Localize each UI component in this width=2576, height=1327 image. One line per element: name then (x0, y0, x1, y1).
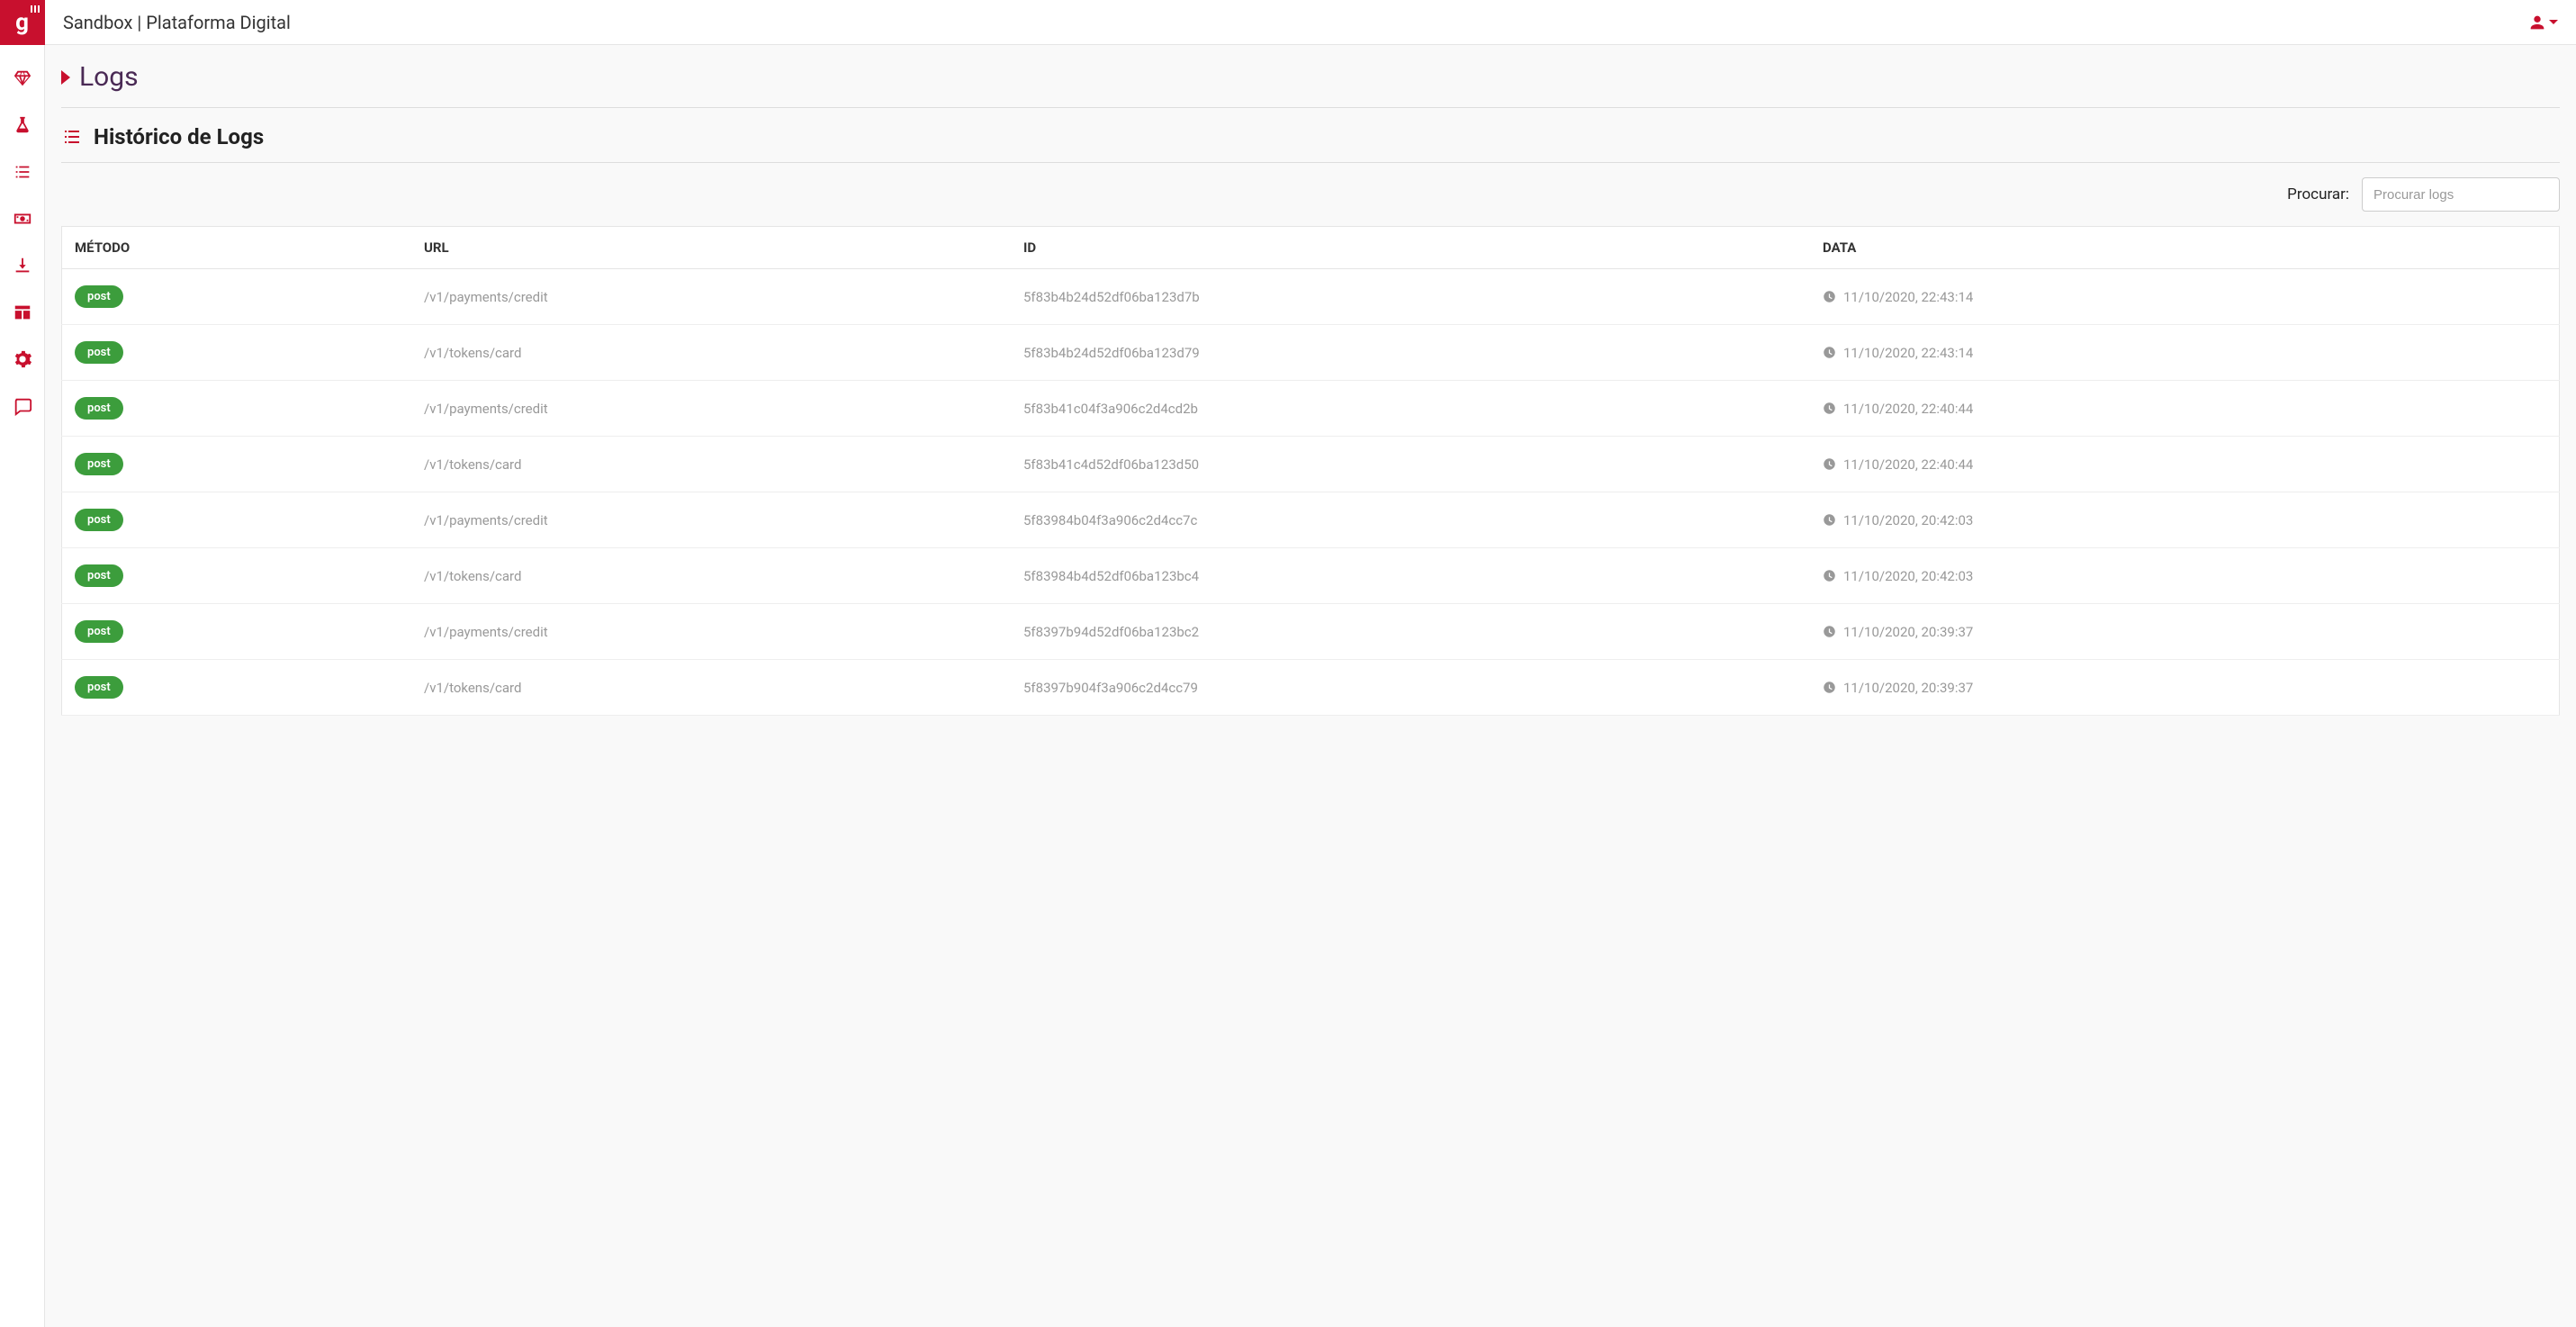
header-date[interactable]: DATA (1810, 227, 2560, 269)
main: Sandbox | Plataforma Digital Logs Histór… (45, 0, 2576, 1327)
download-icon (13, 256, 32, 275)
clock-icon (1823, 290, 1836, 303)
topbar: Sandbox | Plataforma Digital (45, 0, 2576, 45)
cell-id: 5f83b4b24d52df06ba123d7b (1011, 269, 1810, 325)
money-icon (13, 209, 32, 229)
header-url[interactable]: URL (411, 227, 1011, 269)
user-icon (2527, 13, 2547, 32)
cell-id: 5f8397b94d52df06ba123bc2 (1011, 604, 1810, 660)
page-title: Logs (79, 61, 139, 93)
flask-icon (13, 115, 32, 135)
cell-date: 11/10/2020, 22:40:44 (1823, 456, 2546, 473)
clock-icon (1823, 402, 1836, 415)
nav-item-gear[interactable] (13, 349, 32, 373)
table-row[interactable]: post/v1/payments/credit5f8397b94d52df06b… (62, 604, 2560, 660)
table-row[interactable]: post/v1/payments/credit5f83b4b24d52df06b… (62, 269, 2560, 325)
cell-url: /v1/payments/credit (411, 381, 1011, 437)
method-badge: post (75, 676, 123, 699)
gear-icon (13, 349, 32, 369)
list-icon (61, 126, 83, 148)
sidebar: g (0, 0, 45, 1327)
table-row[interactable]: post/v1/payments/credit5f83b41c04f3a906c… (62, 381, 2560, 437)
cell-url: /v1/tokens/card (411, 325, 1011, 381)
search-input[interactable] (2362, 177, 2560, 212)
clock-icon (1823, 457, 1836, 471)
cell-url: /v1/payments/credit (411, 492, 1011, 548)
topbar-title: Sandbox | Plataforma Digital (63, 12, 291, 33)
cell-date: 11/10/2020, 22:43:14 (1823, 345, 2546, 361)
clock-icon (1823, 681, 1836, 694)
table-row[interactable]: post/v1/tokens/card5f8397b904f3a906c2d4c… (62, 660, 2560, 716)
cell-date: 11/10/2020, 20:39:37 (1823, 624, 2546, 640)
method-badge: post (75, 620, 123, 643)
cell-url: /v1/tokens/card (411, 548, 1011, 604)
content: Logs Histórico de Logs Procurar: MÉTODO … (45, 45, 2576, 1327)
logo[interactable]: g (0, 0, 45, 45)
header-method[interactable]: MÉTODO (62, 227, 412, 269)
grid-icon (13, 302, 32, 322)
header-id[interactable]: ID (1011, 227, 1810, 269)
table-row[interactable]: post/v1/tokens/card5f83b4b24d52df06ba123… (62, 325, 2560, 381)
cell-id: 5f83b41c04f3a906c2d4cd2b (1011, 381, 1810, 437)
cell-date: 11/10/2020, 20:39:37 (1823, 680, 2546, 696)
cell-date: 11/10/2020, 20:42:03 (1823, 568, 2546, 584)
nav-items (13, 68, 32, 420)
cell-url: /v1/tokens/card (411, 660, 1011, 716)
method-badge: post (75, 564, 123, 587)
table-row[interactable]: post/v1/payments/credit5f83984b04f3a906c… (62, 492, 2560, 548)
search-row: Procurar: (61, 163, 2560, 226)
diamond-icon (13, 68, 32, 88)
logs-table: MÉTODO URL ID DATA post/v1/payments/cred… (61, 226, 2560, 716)
table-row[interactable]: post/v1/tokens/card5f83b41c4d52df06ba123… (62, 437, 2560, 492)
nav-item-grid[interactable] (13, 302, 32, 326)
user-menu[interactable] (2527, 13, 2558, 32)
nav-item-flask[interactable] (13, 115, 32, 139)
page-header: Logs (61, 61, 2560, 108)
nav-item-download[interactable] (13, 256, 32, 279)
section-title: Histórico de Logs (94, 124, 264, 149)
list-icon (13, 162, 32, 182)
chevron-down-icon (2549, 20, 2558, 24)
cell-date: 11/10/2020, 20:42:03 (1823, 512, 2546, 528)
nav-item-money[interactable] (13, 209, 32, 232)
nav-item-list[interactable] (13, 162, 32, 185)
chevron-right-icon (61, 70, 70, 85)
table-row[interactable]: post/v1/tokens/card5f83984b4d52df06ba123… (62, 548, 2560, 604)
method-badge: post (75, 285, 123, 308)
clock-icon (1823, 513, 1836, 527)
cell-id: 5f8397b904f3a906c2d4cc79 (1011, 660, 1810, 716)
nav-item-comment[interactable] (13, 396, 32, 420)
method-badge: post (75, 453, 123, 475)
search-label: Procurar: (2287, 185, 2349, 203)
clock-icon (1823, 346, 1836, 359)
cell-url: /v1/payments/credit (411, 269, 1011, 325)
method-badge: post (75, 397, 123, 420)
comment-icon (13, 396, 32, 416)
section-header: Histórico de Logs (61, 108, 2560, 163)
cell-id: 5f83b41c4d52df06ba123d50 (1011, 437, 1810, 492)
cell-date: 11/10/2020, 22:40:44 (1823, 401, 2546, 417)
nav-item-diamond[interactable] (13, 68, 32, 92)
cell-url: /v1/payments/credit (411, 604, 1011, 660)
table-header-row: MÉTODO URL ID DATA (62, 227, 2560, 269)
cell-id: 5f83984b4d52df06ba123bc4 (1011, 548, 1810, 604)
clock-icon (1823, 625, 1836, 638)
cell-id: 5f83b4b24d52df06ba123d79 (1011, 325, 1810, 381)
cell-url: /v1/tokens/card (411, 437, 1011, 492)
cell-id: 5f83984b04f3a906c2d4cc7c (1011, 492, 1810, 548)
clock-icon (1823, 569, 1836, 582)
cell-date: 11/10/2020, 22:43:14 (1823, 289, 2546, 305)
method-badge: post (75, 509, 123, 531)
method-badge: post (75, 341, 123, 364)
